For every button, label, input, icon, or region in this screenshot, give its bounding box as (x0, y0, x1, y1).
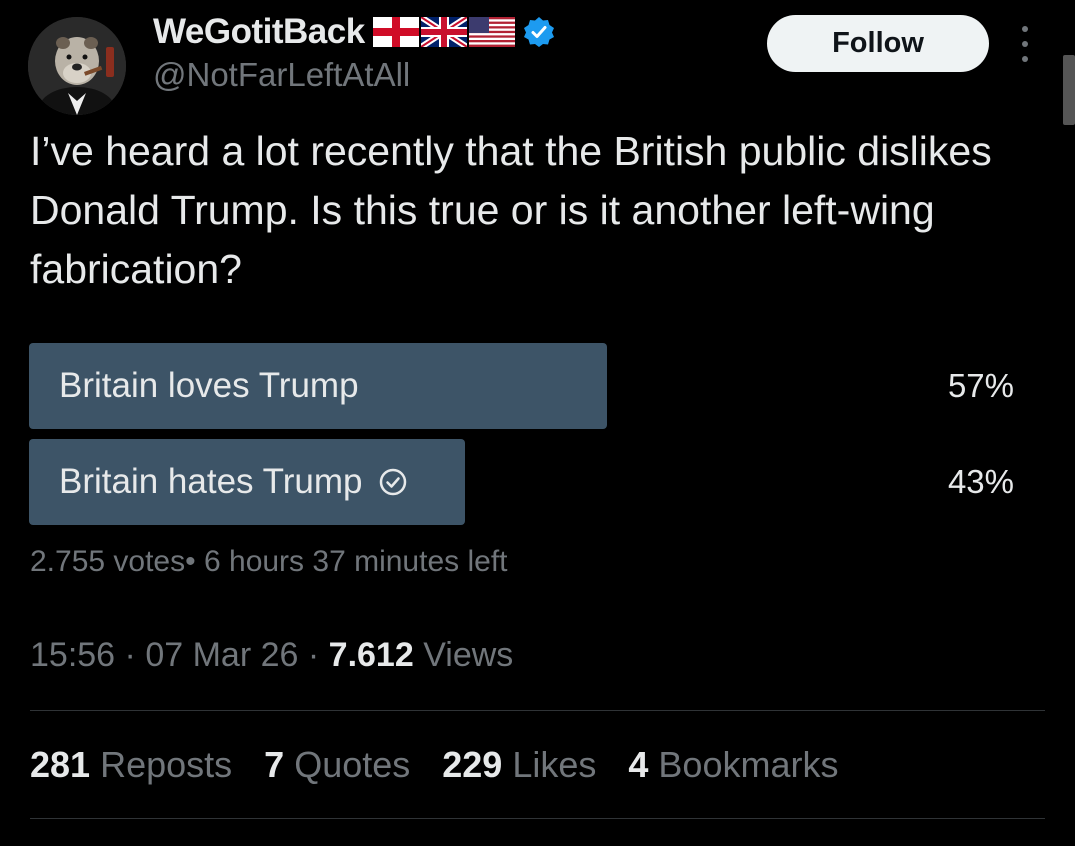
author-handle[interactable]: @NotFarLeftAtAll (153, 56, 410, 94)
avatar[interactable] (28, 17, 126, 115)
verified-badge-icon (523, 17, 554, 47)
union-jack-flag-icon (420, 17, 467, 47)
us-flag-icon (468, 17, 515, 47)
scrollbar[interactable] (1063, 55, 1075, 125)
tweet-date[interactable]: 07 Mar 26 (145, 636, 298, 674)
poll-separator: • (185, 545, 196, 578)
reposts-stat[interactable]: 281 Reposts (30, 744, 232, 786)
tweet-timestamp-row: 15:56 · 07 Mar 26 · 7.612 Views (30, 636, 513, 675)
poll-option-loves: Britain loves Trump 57% (29, 343, 1014, 429)
dot-separator: · (124, 636, 136, 674)
selected-check-icon (380, 468, 407, 496)
likes-stat[interactable]: 229 Likes (442, 744, 596, 786)
author-display-name[interactable]: WeGotitBack (153, 12, 365, 52)
england-flag-icon (372, 17, 419, 47)
poll-time-left: 6 hours 37 minutes left (203, 545, 508, 578)
tweet-text: I’ve heard a lot recently that the Briti… (30, 128, 992, 292)
poll-option-label: Britain loves Trump (59, 366, 359, 405)
views-label: Views (423, 636, 514, 674)
follow-button[interactable]: Follow (767, 15, 989, 72)
poll-option-hates: Britain hates Trump 43% (29, 439, 1014, 525)
poll-meta: 2.755 votes• 6 hours 37 minutes left (30, 545, 508, 579)
bulldog-avatar-image (28, 17, 126, 115)
engagement-stats: 281 Reposts 7 Quotes 229 Likes 4 Bookmarks (30, 744, 838, 786)
author-name-row: WeGotitBack (153, 10, 555, 54)
views-count: 7.612 (328, 636, 414, 674)
more-options-icon[interactable] (1013, 26, 1037, 62)
dot-separator: · (307, 636, 320, 674)
poll-option-percent: 57% (947, 367, 1014, 404)
poll-option-percent: 43% (947, 463, 1014, 500)
poll-votes: 2.755 votes (30, 545, 186, 578)
bookmarks-stat[interactable]: 4 Bookmarks (628, 744, 838, 786)
divider (30, 710, 1045, 711)
flags-group (372, 17, 515, 47)
quotes-stat[interactable]: 7 Quotes (264, 744, 410, 786)
tweet-time[interactable]: 15:56 (30, 636, 115, 674)
divider (30, 818, 1045, 819)
poll-option-label: Britain hates Trump (59, 462, 363, 501)
